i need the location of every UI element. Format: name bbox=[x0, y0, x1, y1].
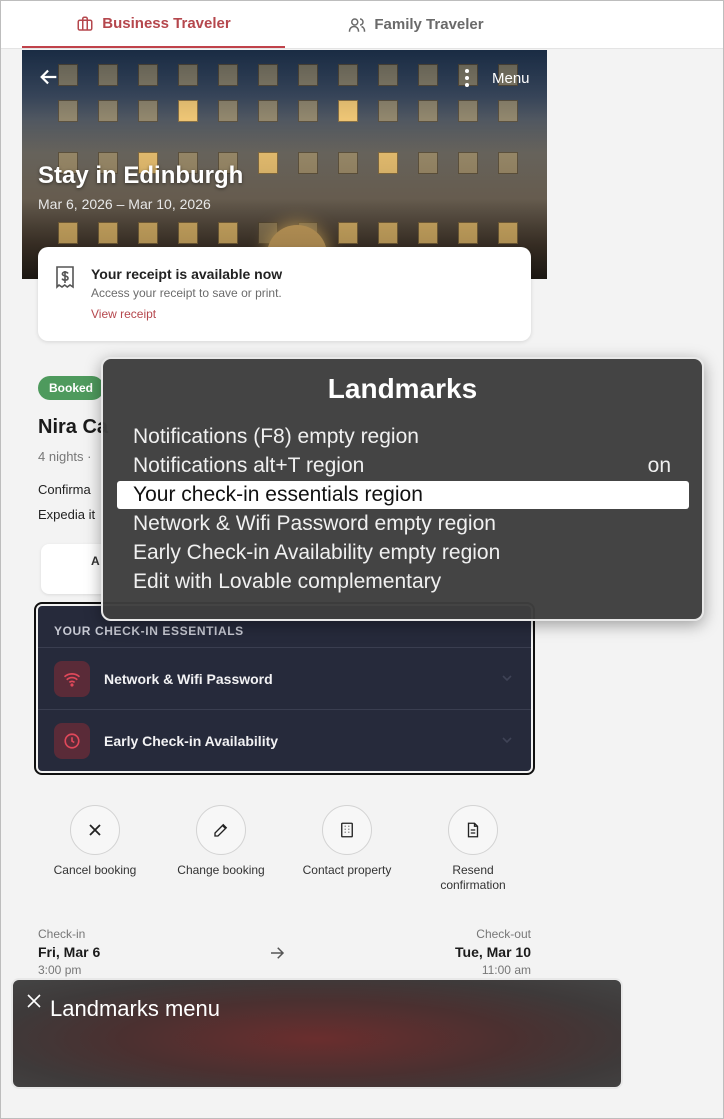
view-receipt-link[interactable]: View receipt bbox=[91, 307, 156, 321]
quick-actions: Cancel booking Change booking Contact pr… bbox=[30, 805, 530, 905]
action-label: Change booking bbox=[177, 863, 265, 877]
clock-icon bbox=[64, 733, 80, 749]
essentials-item-wifi[interactable]: Network & Wifi Password bbox=[38, 648, 531, 710]
chevron-down-icon bbox=[502, 675, 512, 682]
landmark-item[interactable]: Edit with Lovable complementary bbox=[117, 568, 689, 596]
pencil-icon bbox=[214, 823, 228, 837]
landmark-label: Edit with Lovable complementary bbox=[133, 570, 442, 593]
stay-title: Stay in Edinburgh bbox=[38, 162, 244, 189]
check-in-time: 3:00 pm bbox=[38, 963, 82, 977]
cancel-booking-button[interactable]: Cancel booking bbox=[30, 805, 160, 878]
status-badge: Booked bbox=[38, 376, 105, 400]
landmarks-menu-label: Landmarks menu bbox=[50, 996, 220, 1021]
confirmation-label: Confirma bbox=[38, 482, 91, 497]
wifi-icon bbox=[63, 672, 81, 687]
check-in-essentials-region: YOUR CHECK-IN ESSENTIALS Network & Wifi … bbox=[34, 602, 535, 775]
menu-button[interactable]: Menu bbox=[492, 70, 530, 87]
guest-name: Nira Ca bbox=[38, 416, 109, 438]
close-icon[interactable] bbox=[27, 994, 41, 1008]
tab-family-traveler[interactable]: Family Traveler bbox=[285, 1, 547, 48]
action-label: Cancel booking bbox=[53, 863, 137, 877]
landmarks-title: Landmarks bbox=[327, 373, 478, 404]
expedia-itinerary: Expedia it bbox=[38, 507, 96, 522]
landmark-label: Notifications (F8) empty region bbox=[133, 425, 419, 448]
stay-dates: Mar 6, 2026 – Mar 10, 2026 bbox=[38, 196, 211, 212]
landmark-label: Early Check-in Availability empty region bbox=[133, 541, 501, 564]
landmark-trailing: on bbox=[647, 454, 671, 477]
back-arrow-icon[interactable] bbox=[38, 66, 60, 88]
landmark-item[interactable]: Early Check-in Availability empty region bbox=[117, 539, 689, 567]
receipt-card: Your receipt is available now Access you… bbox=[38, 247, 531, 341]
essentials-item-early-checkin[interactable]: Early Check-in Availability bbox=[38, 710, 531, 771]
traveler-tabs: Business Traveler Family Traveler bbox=[1, 1, 723, 49]
check-out-time: 11:00 am bbox=[481, 963, 531, 977]
receipt-subtitle: Access your receipt to save or print. bbox=[91, 286, 282, 300]
change-booking-button[interactable]: Change booking bbox=[156, 805, 286, 878]
landmark-item[interactable]: Notifications alt+T region on bbox=[117, 452, 689, 480]
landmark-item[interactable]: Network & Wifi Password empty region bbox=[117, 510, 689, 538]
contact-property-button[interactable]: Contact property bbox=[282, 805, 412, 878]
tab-label: Family Traveler bbox=[374, 16, 484, 33]
landmark-item-selected[interactable]: Your check-in essentials region bbox=[117, 481, 689, 509]
landmark-label: Notifications alt+T region bbox=[133, 454, 365, 477]
kebab-menu-icon[interactable] bbox=[462, 68, 472, 90]
action-label: Resend confirmation bbox=[440, 863, 506, 892]
resend-confirmation-button[interactable]: Resend confirmation bbox=[408, 805, 538, 893]
check-in-date: Fri, Mar 6 bbox=[38, 944, 101, 960]
landmark-item[interactable]: Notifications (F8) empty region bbox=[117, 423, 689, 451]
landmark-label: Network & Wifi Password empty region bbox=[133, 512, 496, 535]
landmark-label: Your check-in essentials region bbox=[133, 483, 423, 506]
receipt-title: Your receipt is available now bbox=[91, 266, 283, 282]
document-icon bbox=[467, 822, 479, 838]
essentials-item-label: Early Check-in Availability bbox=[104, 733, 279, 749]
briefcase-icon bbox=[77, 16, 93, 31]
tab-label: Business Traveler bbox=[102, 15, 231, 32]
nights-summary: 4 nights · bbox=[38, 449, 92, 464]
tab-business-traveler[interactable]: Business Traveler bbox=[22, 1, 285, 48]
landmarks-menu-panel: Landmarks menu bbox=[11, 978, 623, 1089]
check-out-date: Tue, Mar 10 bbox=[455, 944, 531, 960]
check-in-label: Check-in bbox=[38, 927, 86, 941]
users-icon bbox=[349, 17, 366, 32]
x-icon bbox=[89, 824, 101, 836]
receipt-icon bbox=[56, 266, 74, 289]
check-out-label: Check-out bbox=[476, 927, 531, 941]
landmarks-rotor: Landmarks Notifications (F8) empty regio… bbox=[101, 357, 704, 621]
arrow-right-icon bbox=[271, 947, 285, 959]
chevron-down-icon bbox=[502, 737, 512, 744]
building-icon bbox=[341, 822, 353, 838]
hotel-hero-image: Menu Stay in Edinburgh Mar 6, 2026 – Mar… bbox=[22, 50, 547, 279]
booking-action-label: A bbox=[91, 554, 100, 568]
action-label: Contact property bbox=[302, 863, 392, 877]
essentials-item-label: Network & Wifi Password bbox=[104, 670, 273, 687]
